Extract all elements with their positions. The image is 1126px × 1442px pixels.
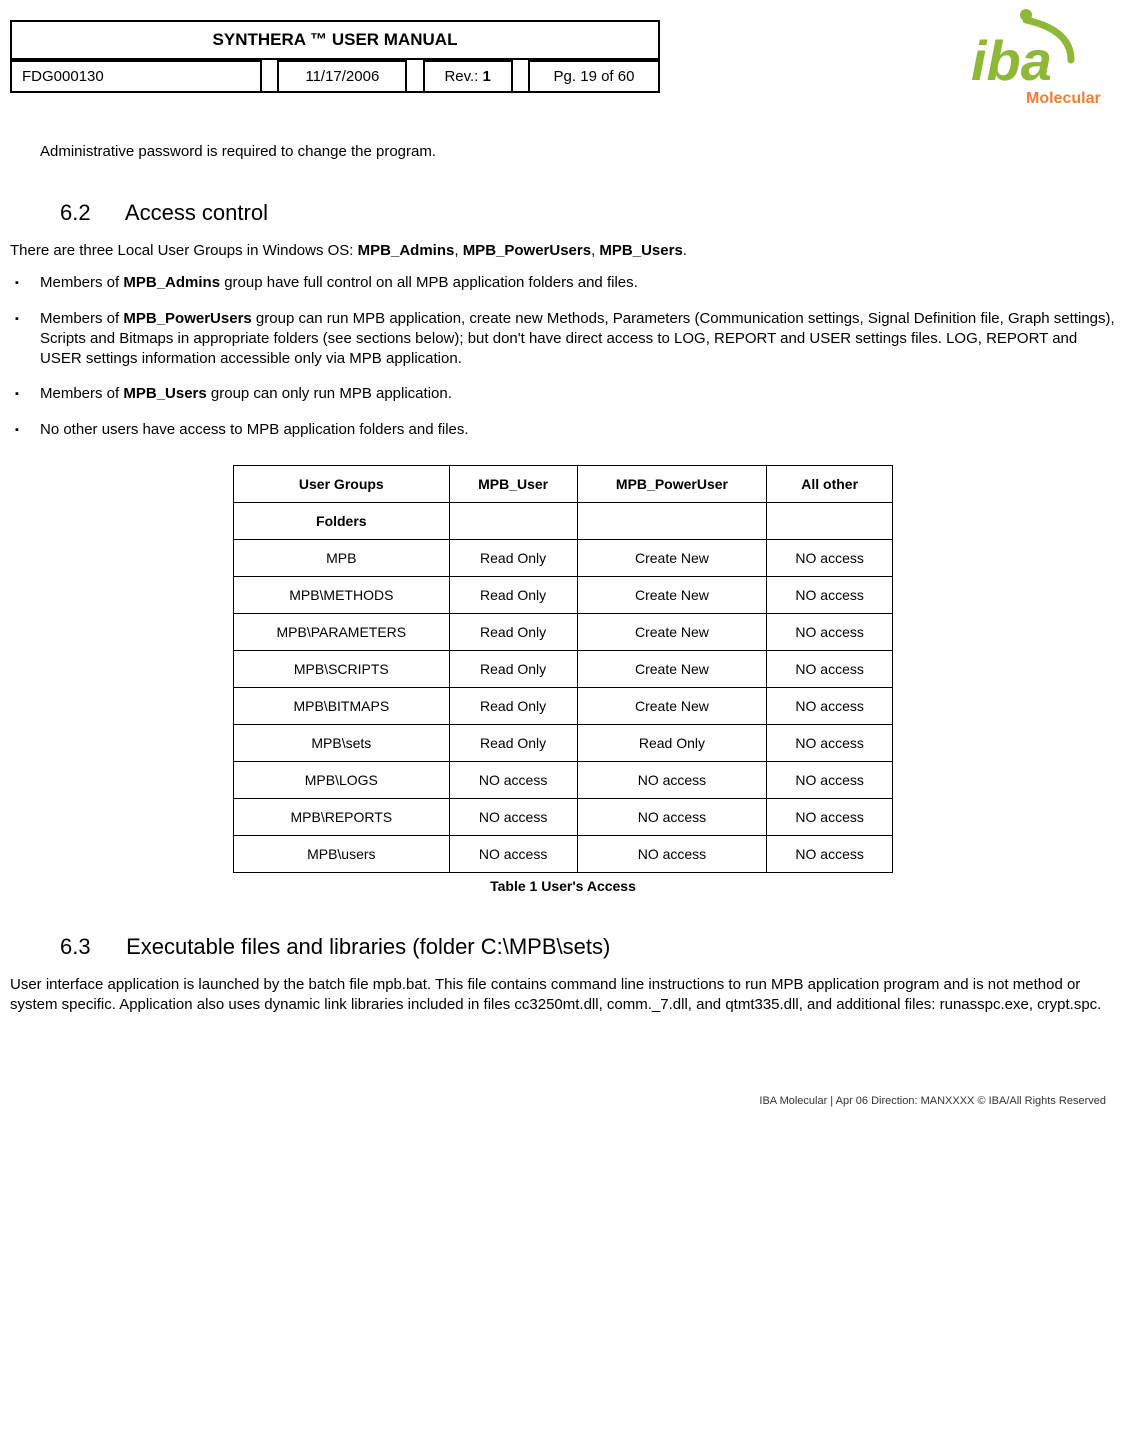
svg-text:iba: iba (971, 29, 1052, 92)
table-caption: Table 1 User's Access (10, 878, 1116, 894)
user-access-table: User Groups MPB_User MPB_PowerUser All o… (233, 465, 893, 873)
table-row: MPB\LOGSNO accessNO accessNO access (234, 761, 893, 798)
table-folders-row: Folders (234, 502, 893, 539)
access-group-list: Members of MPB_Admins group have full co… (10, 273, 1116, 440)
doc-title: SYNTHERA ™ USER MANUAL (12, 22, 658, 60)
table-row: MPB\PARAMETERSRead OnlyCreate NewNO acce… (234, 613, 893, 650)
table-row: MPB\setsRead OnlyRead OnlyNO access (234, 724, 893, 761)
table-row: MPB\SCRIPTSRead OnlyCreate NewNO access (234, 650, 893, 687)
document-header: SYNTHERA ™ USER MANUAL FDG000130 11/17/2… (10, 20, 1116, 93)
section-6-2-heading: 6.2 Access control (60, 200, 1116, 226)
list-item: No other users have access to MPB applic… (10, 420, 1116, 440)
doc-page: Pg. 19 of 60 (528, 60, 658, 91)
page-footer: IBA Molecular | Apr 06 Direction: MANXXX… (10, 1095, 1116, 1107)
list-item: Members of MPB_PowerUsers group can run … (10, 309, 1116, 370)
intro-paragraph: Administrative password is required to c… (40, 143, 1116, 160)
doc-rev: Rev.: 1 (423, 60, 513, 91)
table-row: MPB\REPORTSNO accessNO accessNO access (234, 798, 893, 835)
table-row: MPB\usersNO accessNO accessNO access (234, 835, 893, 872)
table-row: MPB\BITMAPSRead OnlyCreate NewNO access (234, 687, 893, 724)
table-row: MPB\METHODSRead OnlyCreate NewNO access (234, 576, 893, 613)
doc-id: FDG000130 (12, 60, 262, 91)
svg-text:Molecular: Molecular (1026, 90, 1101, 107)
brand-logo: iba Molecular (931, 5, 1111, 114)
header-info-table: SYNTHERA ™ USER MANUAL FDG000130 11/17/2… (10, 20, 660, 93)
section-6-3-heading: 6.3 Executable files and libraries (fold… (60, 934, 1116, 960)
table-header-row: User Groups MPB_User MPB_PowerUser All o… (234, 465, 893, 502)
table-row: MPBRead OnlyCreate NewNO access (234, 539, 893, 576)
list-item: Members of MPB_Users group can only run … (10, 384, 1116, 404)
list-item: Members of MPB_Admins group have full co… (10, 273, 1116, 293)
section-6-3-body: User interface application is launched b… (10, 975, 1116, 1016)
section-6-2-lead: There are three Local User Groups in Win… (10, 241, 1116, 261)
doc-date: 11/17/2006 (277, 60, 407, 91)
